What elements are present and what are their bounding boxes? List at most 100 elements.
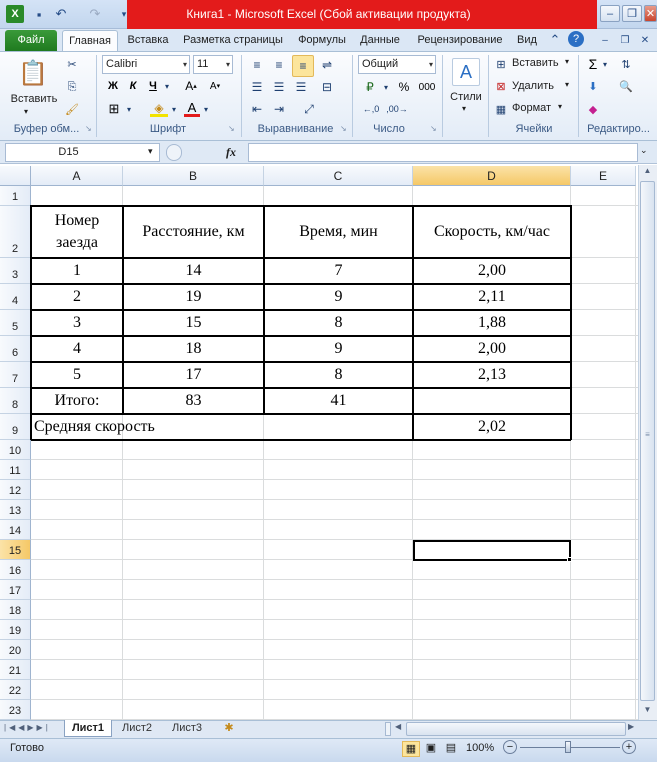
clear-icon[interactable]: ◆: [585, 101, 601, 117]
number-launcher-icon[interactable]: ↘: [430, 124, 437, 133]
font-shrink-icon[interactable]: A ▾: [206, 78, 224, 94]
column-header-a[interactable]: A: [31, 166, 123, 186]
data-cell[interactable]: 14: [123, 258, 264, 284]
zoom-in-icon[interactable]: +: [622, 740, 636, 754]
tab-page-layout[interactable]: Разметка страницы: [178, 29, 288, 51]
decrease-indent-icon[interactable]: ⇤: [248, 100, 266, 118]
total-cell[interactable]: 83: [123, 388, 264, 414]
name-box-dropdown-icon[interactable]: ▾: [148, 146, 153, 157]
row-header-7[interactable]: 7: [0, 362, 31, 388]
excel-logo-icon[interactable]: X: [6, 5, 24, 23]
format-cells-button[interactable]: Формат: [512, 102, 551, 114]
row-header-12[interactable]: 12: [0, 480, 31, 500]
column-header-c[interactable]: C: [264, 166, 413, 186]
data-cell[interactable]: 3: [31, 310, 123, 336]
clipboard-launcher-icon[interactable]: ↘: [85, 124, 92, 133]
row-header-17[interactable]: 17: [0, 580, 31, 600]
name-box[interactable]: D15: [5, 143, 160, 162]
format-painter-icon[interactable]: 🖌: [64, 101, 80, 117]
insert-cells-button[interactable]: Вставить: [512, 57, 559, 69]
tab-insert[interactable]: Вставка: [123, 29, 173, 51]
data-cell[interactable]: 8: [264, 310, 413, 336]
row-header-9[interactable]: 9: [0, 414, 31, 440]
insert-sheet-icon[interactable]: ✱: [220, 720, 238, 737]
formula-input[interactable]: [248, 143, 638, 162]
data-cell[interactable]: 2,00: [413, 258, 571, 284]
data-cell[interactable]: 18: [123, 336, 264, 362]
borders-dropdown-icon[interactable]: ▾: [124, 101, 134, 117]
data-cell[interactable]: 8: [264, 362, 413, 388]
zoom-out-icon[interactable]: −: [503, 740, 517, 754]
horizontal-scroll-thumb[interactable]: [406, 722, 626, 736]
row-header-21[interactable]: 21: [0, 660, 31, 680]
close-icon[interactable]: ✕: [644, 5, 657, 22]
autosum-icon[interactable]: Σ: [585, 56, 601, 72]
tab-home[interactable]: Главная: [62, 30, 118, 52]
row-header-15[interactable]: 15: [0, 540, 31, 560]
fill-icon[interactable]: ⬇: [585, 78, 601, 94]
currency-icon[interactable]: ₽: [360, 78, 380, 96]
orientation-icon[interactable]: ⤢: [298, 100, 320, 118]
row-header-20[interactable]: 20: [0, 640, 31, 660]
sort-filter-icon[interactable]: ⇅: [617, 56, 635, 72]
row-header-11[interactable]: 11: [0, 460, 31, 480]
insert-cells-icon[interactable]: ⊞: [493, 56, 509, 72]
alignment-launcher-icon[interactable]: ↘: [340, 124, 347, 133]
bold-button[interactable]: Ж: [105, 78, 121, 94]
column-header-e[interactable]: E: [571, 166, 636, 186]
copy-icon[interactable]: ⎘: [64, 79, 80, 95]
hscroll-left-icon[interactable]: ◀: [395, 722, 401, 731]
paste-dropdown-icon[interactable]: ▾: [24, 107, 28, 116]
data-cell[interactable]: 2,00: [413, 336, 571, 362]
tab-view[interactable]: Вид: [512, 29, 542, 51]
paste-button[interactable]: Вставить: [8, 93, 60, 105]
align-middle-icon[interactable]: ≡: [270, 56, 288, 74]
tab-review[interactable]: Рецензирование: [410, 29, 510, 51]
column-header-d[interactable]: D: [413, 166, 571, 186]
underline-button[interactable]: Ч: [145, 78, 161, 94]
increase-indent-icon[interactable]: ⇥: [270, 100, 288, 118]
find-select-icon[interactable]: 🔍: [617, 78, 635, 94]
fill-handle[interactable]: [567, 557, 572, 562]
avg-value-cell[interactable]: 2,02: [413, 414, 571, 440]
row-header-23[interactable]: 23: [0, 700, 31, 720]
wb-restore-icon[interactable]: ❐: [616, 31, 634, 49]
undo-icon[interactable]: ↶: [52, 5, 70, 23]
header-cell[interactable]: Номер заезда: [31, 206, 123, 258]
merge-center-icon[interactable]: ⊟: [318, 78, 336, 96]
styles-button[interactable]: Стили: [445, 91, 487, 103]
hscroll-right-icon[interactable]: ▶: [628, 722, 634, 731]
data-cell[interactable]: 1,88: [413, 310, 571, 336]
styles-dropdown-icon[interactable]: ▾: [462, 104, 466, 113]
data-cell[interactable]: 15: [123, 310, 264, 336]
row-header-18[interactable]: 18: [0, 600, 31, 620]
scroll-down-icon[interactable]: ▼: [640, 705, 655, 717]
expand-formula-bar-icon[interactable]: ⌄: [640, 145, 648, 156]
data-cell[interactable]: 5: [31, 362, 123, 388]
delete-cells-button[interactable]: Удалить: [512, 80, 554, 92]
header-cell[interactable]: Скорость, км/час: [413, 206, 571, 258]
zoom-slider-thumb[interactable]: [565, 741, 571, 753]
row-header-10[interactable]: 10: [0, 440, 31, 460]
align-center-icon[interactable]: ☰: [270, 78, 288, 96]
tab-formulas[interactable]: Формулы: [292, 29, 352, 51]
thousands-button[interactable]: 000: [416, 78, 438, 96]
data-cell[interactable]: 2,13: [413, 362, 571, 388]
total-cell[interactable]: Итого:: [31, 388, 123, 414]
insert-function-button[interactable]: fx: [226, 145, 236, 160]
page-break-view-icon[interactable]: ▤: [442, 741, 460, 757]
restore-icon[interactable]: ❐: [622, 5, 642, 22]
font-size-combo[interactable]: 11 ▾: [193, 55, 233, 74]
percent-button[interactable]: %: [396, 78, 412, 96]
select-all-button[interactable]: [0, 166, 31, 186]
decrease-decimal-icon[interactable]: ,00→: [386, 100, 408, 118]
page-layout-view-icon[interactable]: ▣: [422, 741, 440, 757]
font-color-icon[interactable]: A: [184, 101, 200, 117]
sheet-nav-icons[interactable]: |◀◀▶▶|: [4, 723, 51, 732]
avg-label-cell[interactable]: Средняя скорость: [31, 414, 413, 440]
data-cell[interactable]: 7: [264, 258, 413, 284]
row-header-5[interactable]: 5: [0, 310, 31, 336]
align-right-icon[interactable]: ☰: [292, 78, 310, 96]
column-header-b[interactable]: B: [123, 166, 264, 186]
sheet-tab-2[interactable]: Лист2: [114, 720, 160, 737]
